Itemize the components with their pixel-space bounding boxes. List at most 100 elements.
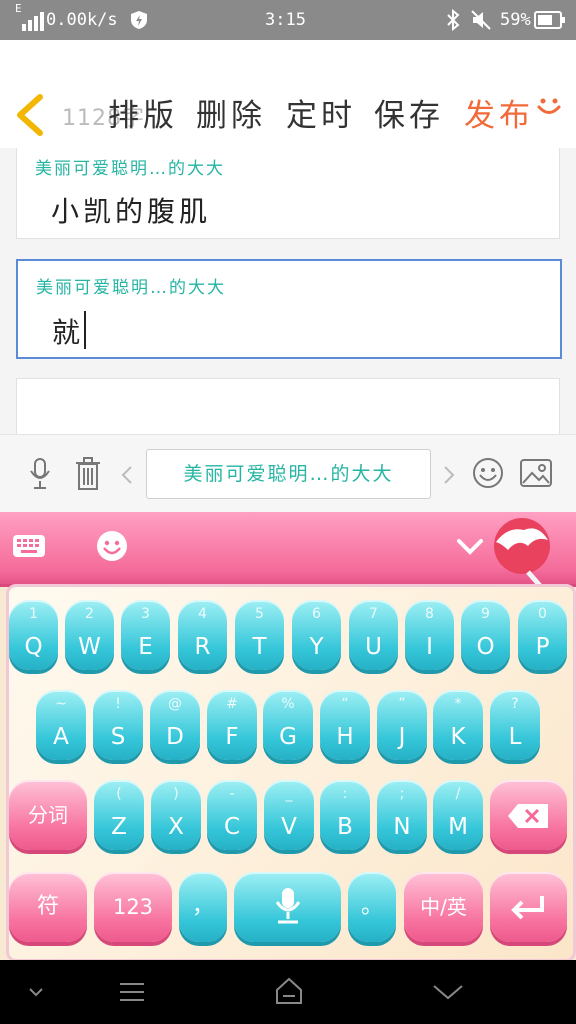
key-b[interactable]: :B [320,780,370,850]
key-f[interactable]: # F [207,690,257,760]
battery-percent: 59% [500,10,531,30]
editor-toolbar: 1128字 排版 删除 定时 保存 发布 [0,40,576,149]
key-u[interactable]: 7U [349,600,398,670]
key-y[interactable]: 6Y [292,600,341,670]
backspace-button[interactable] [490,780,567,850]
key-r-sub: 4 [198,606,207,622]
key-q[interactable]: 1Q [9,600,58,670]
key-c[interactable]: -C [207,780,257,850]
key-h[interactable]: “H [320,690,370,760]
home-icon[interactable] [274,976,304,1006]
network-speed: 0.00k/s [46,10,118,30]
key-h-sub: “ [341,696,349,712]
format-button[interactable]: 排版 [108,90,178,135]
network-type: E [15,2,22,15]
segment-button[interactable]: 分词 [9,780,87,850]
post-card[interactable] [16,378,560,434]
chevron-left-icon[interactable] [120,465,134,485]
key-v[interactable]: _ V [264,780,314,850]
key-m[interactable]: / M [433,780,483,850]
post-card[interactable]: 美丽可爱聪明…的大大 小凯的腹肌 [16,148,560,239]
text-cursor [84,311,86,349]
key-t[interactable]: 5T [235,600,284,670]
keyboard-top-bar [0,512,576,590]
save-button[interactable]: 保存 [374,90,444,135]
key-s-sub: ! [115,696,121,712]
post-text: 小凯的腹肌 [51,195,212,228]
key-i-sub: 8 [425,606,434,622]
keyboard-icon[interactable] [12,534,46,558]
key-r-label: R [194,634,211,660]
key-k[interactable]: * K [433,690,483,760]
post-list: 美丽可爱聪明…的大大 小凯的腹肌 美丽可爱聪明…的大大 就 [0,148,576,434]
key-o-sub: 9 [481,606,490,622]
key-v-sub: _ [285,786,293,802]
editor-action-bar: 美丽可爱聪明…的大大 [0,434,576,513]
key-g-sub: % [281,696,295,712]
delete-button[interactable]: 删除 [196,90,266,135]
key-o[interactable]: 9O [461,600,510,670]
key-x-label: X [168,814,184,840]
key-y-sub: 6 [312,606,321,622]
enter-icon [511,896,544,920]
menu-icon[interactable] [118,980,146,1004]
key-a[interactable]: ~ A [36,690,86,760]
image-icon[interactable] [520,459,552,487]
space-voice-key[interactable] [234,872,341,942]
key-s[interactable]: ! S [93,690,143,760]
signature-selector[interactable]: 美丽可爱聪明…的大大 [146,449,431,499]
back-icon[interactable] [432,982,464,1002]
microphone-icon[interactable] [28,457,52,491]
smile-icon [537,98,561,114]
back-arrow-icon[interactable] [14,94,44,136]
language-switch-button[interactable]: 中/英 [404,872,483,942]
key-n-label: N [393,814,411,840]
key-z-sub: ( [116,786,122,802]
key-t-sub: 5 [255,606,264,622]
key-d[interactable]: @ D [150,690,200,760]
key-l-label: L [508,724,522,750]
key-g-label: G [279,724,297,750]
key-a-sub: ~ [55,696,67,712]
candy-icon [494,518,550,590]
key-n[interactable]: ; N [377,780,427,850]
microphone-icon [275,888,301,924]
number-button[interactable]: 123 [94,872,172,942]
key-o-label: O [476,634,495,660]
key-r[interactable]: 4R [178,600,227,670]
key-c-label: C [223,814,241,840]
timer-button[interactable]: 定时 [286,90,356,135]
key-u-sub: 7 [369,606,378,622]
key-c-sub: - [229,786,235,802]
chevron-down-icon[interactable] [456,538,484,556]
key-w[interactable]: 2W [65,600,114,670]
comma-key[interactable]: ， [179,872,227,942]
post-card-editing[interactable]: 美丽可爱聪明…的大大 就 [16,259,562,359]
key-l[interactable]: ? L [490,690,540,760]
key-z[interactable]: (Z [94,780,144,850]
symbol-button[interactable]: 符 [9,872,87,942]
enter-button[interactable] [490,872,567,942]
key-k-label: K [450,724,466,750]
mute-icon [471,10,491,30]
key-m-sub: / [455,786,461,802]
key-e[interactable]: 3E [121,600,170,670]
key-i-label: I [426,634,433,660]
chevron-right-icon[interactable] [442,465,456,485]
period-key[interactable]: 。 [348,872,396,942]
key-g[interactable]: % G [263,690,313,760]
key-x[interactable]: ) X [151,780,201,850]
emoji-icon[interactable] [96,530,128,562]
status-bar: E 0.00k/s 3:15 59% [0,0,576,40]
clock: 3:15 [265,10,306,30]
trash-icon[interactable] [74,457,102,491]
key-i[interactable]: 8I [405,600,454,670]
key-j[interactable]: ” J [377,690,427,760]
key-p[interactable]: 0P [518,600,567,670]
post-text-input[interactable]: 就 [52,311,84,351]
key-w-label: W [78,634,101,660]
chevron-down-icon[interactable] [28,986,44,998]
publish-button[interactable]: 发布 [464,90,534,135]
key-d-label: D [166,724,184,750]
emoji-icon[interactable] [472,457,504,489]
